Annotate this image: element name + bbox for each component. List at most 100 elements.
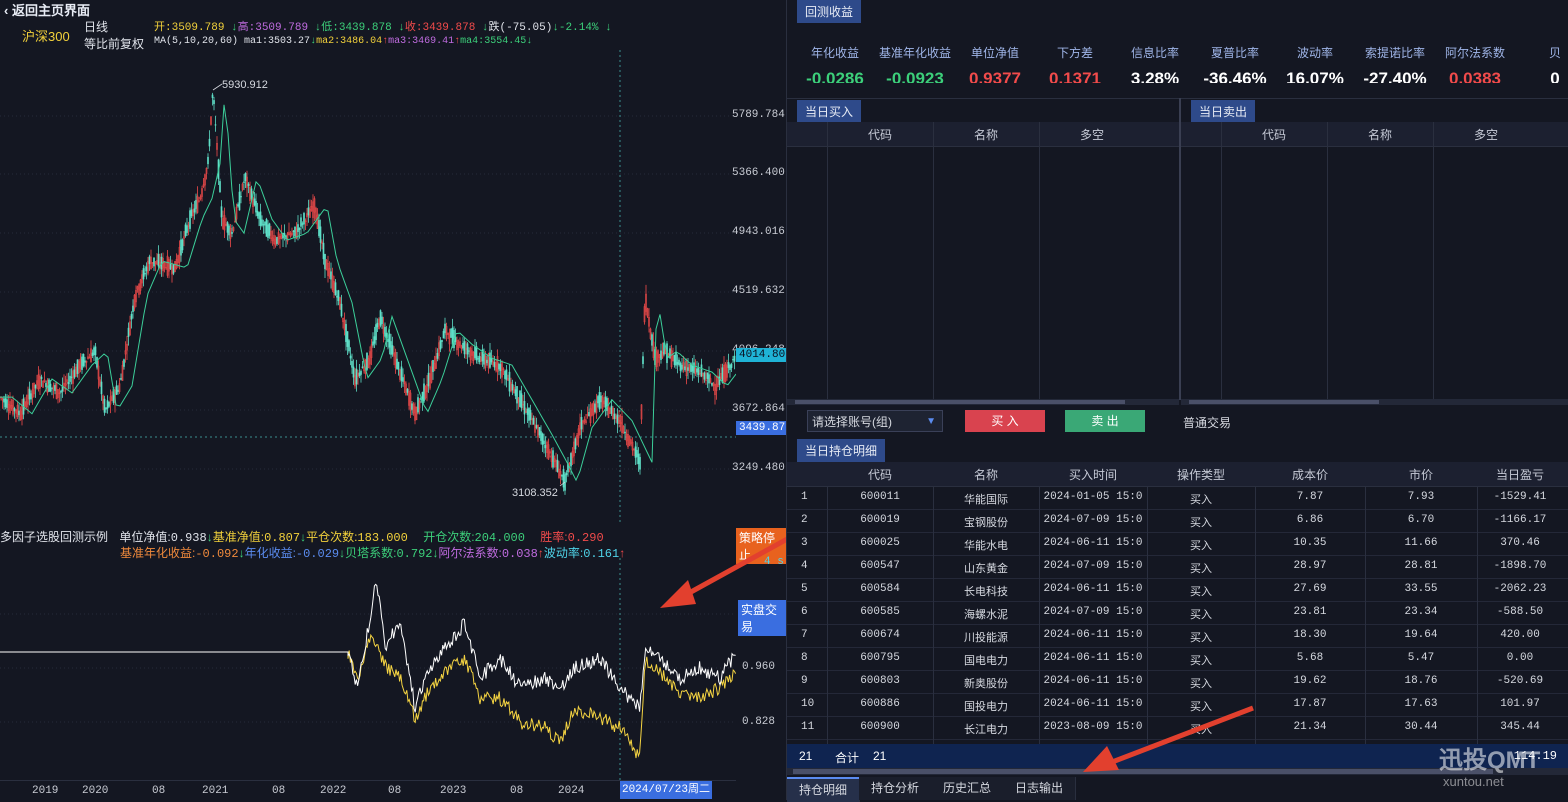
close-value: 3439.878 (422, 22, 476, 34)
row-index: 7 (801, 629, 808, 641)
buy-button[interactable]: 买 入 (965, 410, 1045, 432)
backtest-panel: 回测收益 年化收益 -0.0286 基准年化收益 -0.0923 单位净值 0.9377 下… (786, 0, 1568, 802)
pos-col-6[interactable]: 当日盈亏 (1477, 466, 1563, 483)
table-row[interactable]: 6 600585 海螺水泥 2024-07-09 15:0 买入 23.81 23.34 -5… (787, 601, 1568, 625)
pos-col-4[interactable]: 成本价 (1255, 466, 1365, 483)
period-label: 日线 (84, 20, 109, 34)
cell-time: 2024-06-11 15:0 (1043, 629, 1143, 641)
table-row[interactable]: 1 600011 华能国际 2024-01-05 15:0 买入 7.87 7.93 -152… (787, 486, 1568, 510)
bottom-tab-1[interactable]: 持仓分析 (859, 777, 932, 800)
cell-code: 600795 (860, 652, 900, 664)
cell-price: 5.47 (1407, 652, 1435, 664)
pos-col-1[interactable]: 名称 (933, 466, 1039, 483)
cell-name: 国电电力 (964, 655, 1008, 667)
cell-cost: 7.87 (1296, 491, 1324, 503)
table-row[interactable]: 8 600795 国电电力 2024-06-11 15:0 买入 5.68 5.47 0.00 (787, 647, 1568, 671)
table-row[interactable]: 9 600803 新奥股份 2024-06-11 15:0 买入 19.62 18.76 -5… (787, 670, 1568, 694)
cell-time: 2024-07-09 15:0 (1043, 606, 1143, 618)
pos-col-3[interactable]: 操作类型 (1147, 466, 1255, 483)
bench-nav-label: 基准净值: (212, 530, 265, 544)
price-tick: 3672.864 (732, 403, 785, 415)
sell-col-name: 名称 (1367, 128, 1392, 142)
cell-name: 宝钢股份 (964, 517, 1008, 529)
stat-6: 波动率 16.07% (1275, 44, 1355, 83)
cell-code: 600585 (860, 606, 900, 618)
table-row[interactable]: 3 600025 华能水电 2024-06-11 15:0 买入 10.35 11.66 37… (787, 532, 1568, 556)
stat-label: 下方差 (1056, 46, 1093, 60)
trade-mode[interactable]: 普通交易 (1183, 414, 1231, 431)
bottom-tab-3[interactable]: 日志输出 (1003, 777, 1076, 800)
kline-chart[interactable]: 5930.912 3108.352 (0, 50, 736, 524)
stat-3: 下方差 0.1371 (1035, 44, 1115, 83)
cell-pnl: -1529.41 (1493, 491, 1547, 503)
cell-op: 买入 (1190, 540, 1212, 552)
sell-button[interactable]: 卖 出 (1065, 410, 1145, 432)
ma3-value: 3469.41 (412, 36, 455, 47)
cell-name: 新奥股份 (964, 678, 1008, 690)
chart-panel[interactable]: ‹ 返回主页界面 沪深300 日线 等比前复权 开:3509.789 ↓高:35… (0, 0, 842, 800)
cell-code: 600584 (860, 583, 900, 595)
buy-scrollbar[interactable] (787, 399, 1179, 405)
bottom-tab-2[interactable]: 历史汇总 (931, 777, 1004, 800)
time-tick: 08 (388, 785, 402, 797)
row-index: 6 (801, 606, 808, 618)
back-button[interactable]: ‹ 返回主页界面 (4, 0, 90, 19)
open-value: 3509.789 (171, 22, 225, 34)
bench-nav-value: 0.807 (264, 531, 301, 545)
cell-cost: 28.97 (1293, 560, 1327, 572)
tab-sell-today[interactable]: 当日卖出 (1191, 100, 1256, 123)
sell-col-code: 代码 (1261, 128, 1286, 142)
stat-value: 0.1371 (1049, 69, 1101, 83)
open-count-label: 开仓次数: (423, 530, 475, 544)
open-label: 开: (154, 22, 172, 34)
tab-backtest-returns[interactable]: 回测收益 (797, 0, 862, 23)
pos-col-2[interactable]: 买入时间 (1039, 466, 1147, 483)
min-price-label: 3108.352 (512, 487, 558, 499)
cell-op: 买入 (1190, 609, 1212, 621)
nav-chart[interactable] (0, 558, 736, 780)
row-index: 8 (801, 652, 808, 664)
time-tick: 08 (152, 785, 166, 797)
table-row[interactable]: 7 600674 川投能源 2024-06-11 15:0 买入 18.30 19.64 42… (787, 624, 1568, 648)
row-index: 10 (801, 698, 815, 710)
stat-label: 基准年化收益 (878, 46, 951, 60)
bottom-tab-0[interactable]: 持仓明细 (787, 777, 860, 802)
ma1-value: 3503.27 (268, 36, 311, 47)
tab-positions-detail[interactable]: 当日持仓明细 (797, 439, 886, 462)
pos-col-0[interactable]: 代码 (827, 466, 933, 483)
stat-1: 基准年化收益 -0.0923 (875, 44, 955, 83)
divider (787, 98, 1568, 99)
pos-col-5[interactable]: 市价 (1365, 466, 1477, 483)
cell-code: 600011 (860, 491, 900, 503)
table-row[interactable]: 2 600019 宝钢股份 2024-07-09 15:0 买入 6.86 6.70 -116… (787, 509, 1568, 533)
total-count: 21 (799, 749, 813, 763)
candles (0, 92, 736, 495)
total-value: 21 (873, 749, 887, 763)
stat-value: 0.0383 (1449, 69, 1501, 83)
cell-pnl: 0.00 (1506, 652, 1534, 664)
unit-nav-value: 0.938 (170, 531, 207, 545)
watermark-url: xuntou.net (1443, 774, 1504, 789)
stat-9: 贝0 (1515, 44, 1568, 83)
change-pct: -2.14% (558, 22, 599, 34)
tab-buy-today[interactable]: 当日买入 (797, 100, 862, 123)
account-select[interactable]: 请选择账号(组) ▼ (807, 410, 943, 432)
grid-line (1221, 122, 1222, 400)
cell-price: 33.55 (1404, 583, 1438, 595)
ma2-value: 3486.04 (340, 36, 383, 47)
arrow-down-icon: ↓ (391, 22, 405, 34)
cell-time: 2024-01-05 15:0 (1043, 491, 1143, 503)
time-tick: 2021 (202, 785, 229, 797)
price-tick: 5789.784 (732, 109, 785, 121)
grid-line (1039, 122, 1040, 400)
chevron-down-icon: ▼ (926, 416, 936, 427)
sell-scrollbar[interactable] (1181, 399, 1568, 405)
table-row[interactable]: 4 600547 山东黄金 2024-07-09 15:0 买入 28.97 28.81 -1… (787, 555, 1568, 579)
cell-cost: 23.81 (1293, 606, 1327, 618)
ohlc-line: 开:3509.789 ↓高:3509.789 ↓低:3439.878 ↓收:34… (154, 18, 612, 34)
table-row[interactable]: 5 600584 长电科技 2024-06-11 15:0 买入 27.69 33.55 -2… (787, 578, 1568, 602)
pane-splitter[interactable] (1179, 98, 1181, 400)
cell-pnl: 345.44 (1500, 721, 1540, 733)
cell-name: 海螺水泥 (964, 609, 1008, 621)
positions-header: 代码 名称 买入时间 操作类型 成本价 市价 当日盈亏 (787, 462, 1568, 487)
